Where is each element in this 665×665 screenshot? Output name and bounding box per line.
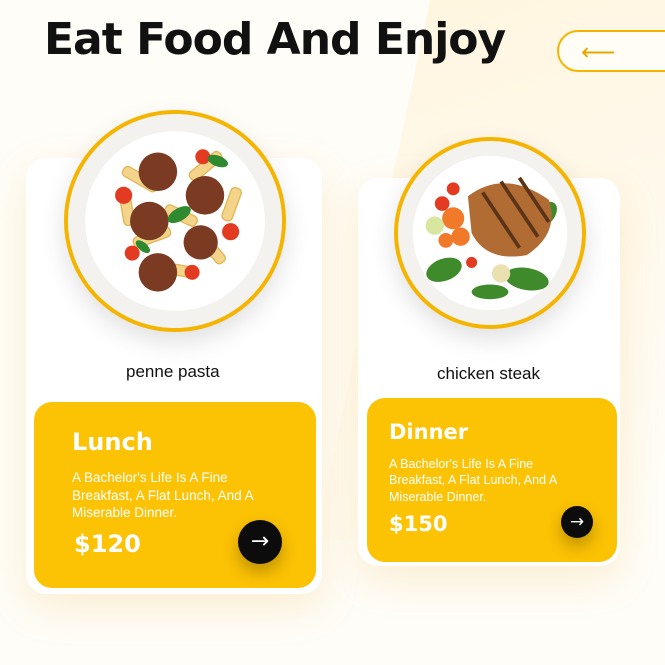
dish-name: chicken steak <box>437 364 540 383</box>
order-button[interactable]: → <box>561 506 593 538</box>
pasta-dish-image <box>64 110 286 332</box>
meal-title: Dinner <box>389 420 469 444</box>
meal-info-panel: Dinner A Bachelor's Life Is A Fine Break… <box>367 398 617 562</box>
meal-price: $150 <box>389 512 448 536</box>
order-button[interactable]: → <box>238 520 282 564</box>
page-title: Eat Food And Enjoy <box>44 14 506 65</box>
meal-description: A Bachelor's Life Is A Fine Breakfast, A… <box>389 457 557 504</box>
arrow-left-icon: ⟵ <box>581 38 616 66</box>
meal-description: A Bachelor's Life Is A Fine Breakfast, A… <box>72 470 253 521</box>
arrow-right-icon: → <box>569 512 585 532</box>
back-button[interactable]: ⟵ <box>557 30 665 72</box>
meal-price: $120 <box>74 530 141 558</box>
meal-title: Lunch <box>72 428 153 456</box>
chicken-steak-dish-image <box>394 137 586 329</box>
dish-name: penne pasta <box>126 362 220 381</box>
arrow-right-icon: → <box>250 529 270 554</box>
meal-info-panel: Lunch A Bachelor's Life Is A Fine Breakf… <box>34 402 316 588</box>
